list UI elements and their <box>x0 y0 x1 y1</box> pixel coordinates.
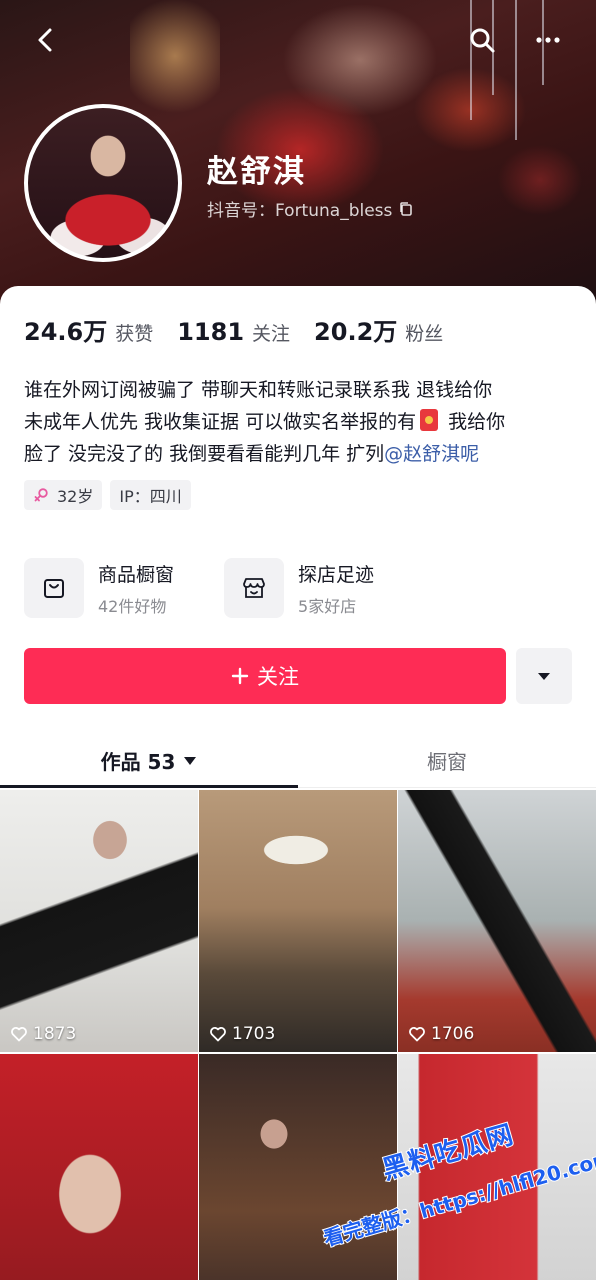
stat-label: 获赞 <box>115 323 154 345</box>
profile-tags: 32岁 IP：四川 <box>24 480 191 510</box>
stat-number: 20.2万 <box>314 318 398 346</box>
shop-subtitle: 5家好店 <box>298 596 357 616</box>
more-options-button[interactable] <box>528 20 568 60</box>
shop-icon-box <box>24 558 84 618</box>
stat-followers[interactable]: 20.2万 粉丝 <box>314 312 443 347</box>
search-button[interactable] <box>462 20 502 60</box>
age-tag: 32岁 <box>24 480 103 510</box>
douyin-id-row[interactable]: 抖音号：Fortuna_bless <box>207 196 414 221</box>
ip-text: IP：四川 <box>119 487 182 506</box>
store-visits-entry[interactable]: 探店足迹 5家好店 <box>224 558 374 618</box>
video-thumbnail[interactable]: 1706 <box>398 790 596 1052</box>
shop-icon-box <box>224 558 285 618</box>
banner-chain <box>470 0 472 120</box>
bio: 谁在外网订阅被骗了 带聊天和转账记录联系我 退钱给你 未成年人优先 我收集证据 … <box>24 374 584 470</box>
video-thumbnail[interactable] <box>0 1054 198 1280</box>
shop-entries: 商品橱窗 42件好物 探店足迹 5家好店 <box>24 558 374 618</box>
video-thumbnail[interactable]: 1873 <box>0 790 198 1052</box>
stat-likes[interactable]: 24.6万 获赞 <box>24 312 153 347</box>
bio-text: 脸了 没完没了的 我倒要看看能判几年 扩列 <box>24 443 385 465</box>
plus-icon <box>231 667 249 685</box>
content-tabs: 作品 53 橱窗 <box>0 734 596 788</box>
follow-button[interactable]: 关注 <box>24 648 506 704</box>
shop-text: 探店足迹 5家好店 <box>298 560 374 617</box>
bio-text: 我给你 <box>442 411 506 433</box>
ip-tag: IP：四川 <box>110 480 191 510</box>
follow-label: 关注 <box>257 665 299 689</box>
shop-subtitle: 42件好物 <box>98 596 167 616</box>
stat-label: 关注 <box>252 323 291 345</box>
stat-label: 粉丝 <box>405 323 444 345</box>
shop-title: 探店足迹 <box>298 563 375 586</box>
like-number: 1703 <box>232 1024 276 1044</box>
tab-works-label: 作品 53 <box>100 750 176 774</box>
like-count: 1873 <box>10 1024 76 1044</box>
copy-icon[interactable] <box>398 201 414 217</box>
like-number: 1873 <box>33 1024 77 1044</box>
like-count: 1703 <box>209 1024 275 1044</box>
bio-line: 未成年人优先 我收集证据 可以做实名举报的有 我给你 <box>24 406 584 438</box>
stat-following[interactable]: 1181 关注 <box>177 318 290 346</box>
tab-showcase[interactable]: 橱窗 <box>298 734 596 787</box>
heart-icon <box>11 1027 27 1042</box>
product-showcase-entry[interactable]: 商品橱窗 42件好物 <box>24 558 174 618</box>
more-dots-icon <box>536 37 560 43</box>
bio-mention-link[interactable]: @赵舒淇呢 <box>384 443 479 465</box>
shop-text: 商品橱窗 42件好物 <box>98 560 174 617</box>
like-number: 1706 <box>431 1024 475 1044</box>
video-thumbnail[interactable]: 1703 <box>199 790 397 1052</box>
douyin-id-text: 抖音号：Fortuna_bless <box>207 201 393 221</box>
heart-icon <box>210 1027 226 1042</box>
caret-down-icon <box>538 673 550 680</box>
caret-down-icon <box>184 756 197 765</box>
shop-title: 商品橱窗 <box>98 563 175 586</box>
avatar[interactable] <box>24 104 182 262</box>
tab-showcase-label: 橱窗 <box>427 750 467 774</box>
chevron-left-icon <box>38 28 52 52</box>
profile-banner: 赵舒淇 抖音号：Fortuna_bless <box>0 0 596 320</box>
shopping-bag-icon <box>44 579 64 598</box>
female-icon <box>34 488 48 502</box>
watermark: 黑料吃瓜网 看完整版：https://hlfl20.com <box>318 1119 596 1280</box>
stat-number: 24.6万 <box>24 318 108 346</box>
banner-chain <box>515 0 517 140</box>
red-packet-icon <box>420 409 439 431</box>
like-count: 1706 <box>408 1024 474 1044</box>
bio-line: 谁在外网订阅被骗了 带聊天和转账记录联系我 退钱给你 <box>24 379 493 401</box>
heart-icon <box>409 1027 425 1042</box>
username: 赵舒淇 <box>207 154 306 190</box>
age-text: 32岁 <box>57 487 94 506</box>
stat-number: 1181 <box>177 318 245 346</box>
stats-row: 24.6万 获赞 1181 关注 20.2万 粉丝 <box>24 312 443 347</box>
search-icon <box>470 28 495 53</box>
tab-works[interactable]: 作品 53 <box>0 734 298 788</box>
bio-text: 未成年人优先 我收集证据 可以做实名举报的有 <box>24 411 417 433</box>
bio-line: 脸了 没完没了的 我倒要看看能判几年 扩列@赵舒淇呢 <box>24 438 584 470</box>
follow-dropdown-button[interactable] <box>516 648 572 704</box>
back-button[interactable] <box>26 20 66 60</box>
store-icon <box>243 578 265 598</box>
